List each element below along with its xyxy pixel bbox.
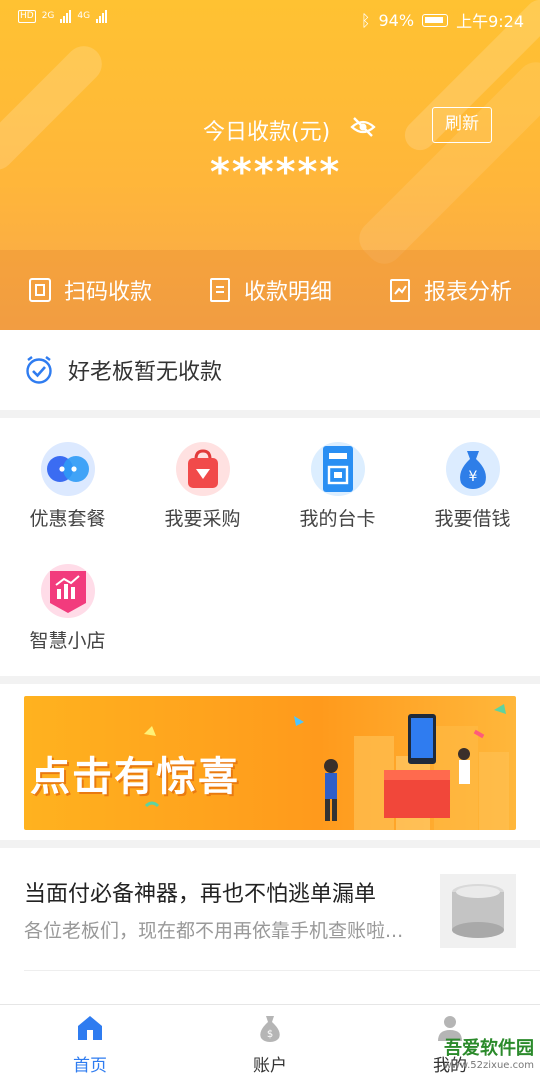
service-purchase[interactable]: 我要采购	[135, 418, 270, 530]
banner-text: 点击有惊喜	[30, 754, 240, 800]
network-4g-label: 4G	[77, 11, 91, 21]
quick-action-label: 扫码收款	[63, 280, 152, 305]
income-amount: ******	[210, 150, 342, 194]
nav-account[interactable]: $ 账户	[180, 1005, 360, 1080]
service-label: 我要借钱	[434, 508, 511, 530]
eye-off-icon[interactable]	[350, 116, 376, 138]
svg-text:$: $	[267, 1029, 273, 1040]
money-bag-icon: ¥	[445, 442, 500, 496]
decor-stripe	[0, 38, 110, 178]
site-watermark: 吾爱软件园 www.52zixue.com	[404, 1000, 535, 1074]
quick-action-label: 收款明细	[243, 280, 332, 305]
signal-icon	[60, 9, 72, 23]
article-thumbnail	[440, 874, 516, 948]
nav-label: 首页	[73, 1056, 107, 1076]
shopping-bag-icon	[175, 442, 230, 496]
scan-pay-button[interactable]: 扫码收款	[0, 250, 180, 330]
report-icon	[389, 279, 410, 302]
qr-card-icon	[310, 442, 365, 496]
smart-shop-icon	[40, 564, 95, 618]
nav-home[interactable]: 首页	[0, 1005, 180, 1080]
nav-label: 账户	[253, 1056, 287, 1076]
refresh-button[interactable]: 刷新	[432, 107, 492, 143]
bluetooth-icon: ᛒ	[360, 10, 371, 30]
report-analysis-button[interactable]: 报表分析	[360, 250, 540, 330]
income-notice[interactable]: 好老板暂无收款	[0, 330, 540, 410]
service-smart-shop[interactable]: 智慧小店	[0, 540, 135, 652]
list-icon	[209, 278, 230, 302]
watermark-text: 吾爱软件园	[444, 1038, 534, 1059]
today-income-label: 今日收款(元)	[203, 120, 331, 145]
article-title: 当面付必备神器，再也不怕逃单漏单	[24, 882, 377, 907]
service-label: 我的台卡	[299, 508, 376, 530]
service-my-card[interactable]: 我的台卡	[270, 418, 405, 530]
home-icon	[78, 1016, 102, 1040]
service-label: 优惠套餐	[29, 508, 106, 530]
income-detail-button[interactable]: 收款明细	[180, 250, 360, 330]
discount-icon	[40, 442, 95, 496]
money-bag-icon: $	[260, 1016, 280, 1042]
watermark-url: www.52zixue.com	[443, 1060, 535, 1071]
speaker-image	[452, 884, 504, 938]
app-screen: HD 2G 4G ᛒ 94% 上午9:24 今日收款(元) 刷新 ******	[0, 0, 540, 1080]
clock: 上午9:24	[456, 12, 524, 31]
service-borrow-money[interactable]: ¥ 我要借钱	[405, 418, 540, 530]
article-card[interactable]: 当面付必备神器，再也不怕逃单漏单 各位老板们，现在都不用再依靠手机查账啦...	[0, 848, 540, 1008]
status-bar: HD 2G 4G ᛒ 94% 上午9:24	[0, 0, 540, 36]
network-2g-label: 2G	[41, 11, 55, 21]
signal-icon	[96, 9, 108, 23]
quick-actions-bar: 扫码收款 收款明细 报表分析	[0, 250, 540, 330]
article-desc: 各位老板们，现在都不用再依靠手机查账啦...	[24, 920, 404, 942]
scan-icon	[28, 278, 51, 302]
alarm-check-icon	[26, 356, 52, 384]
service-label: 智慧小店	[29, 630, 106, 652]
banner-section: 点击有惊喜	[0, 684, 540, 840]
notice-text: 好老板暂无收款	[68, 360, 223, 385]
hd-badge: HD	[18, 9, 36, 23]
promo-banner[interactable]: 点击有惊喜	[24, 696, 516, 830]
services-grid: 优惠套餐 我要采购 我的台卡 ¥ 我要借钱 智慧小店	[0, 418, 540, 676]
header-panel: HD 2G 4G ᛒ 94% 上午9:24 今日收款(元) 刷新 ******	[0, 0, 540, 330]
battery-percent: 94%	[378, 10, 415, 30]
svg-text:¥: ¥	[468, 469, 477, 485]
battery-icon	[422, 13, 449, 27]
divider	[24, 970, 540, 971]
service-label: 我要采购	[164, 508, 241, 530]
quick-action-label: 报表分析	[423, 280, 512, 305]
service-discount-package[interactable]: 优惠套餐	[0, 418, 135, 530]
